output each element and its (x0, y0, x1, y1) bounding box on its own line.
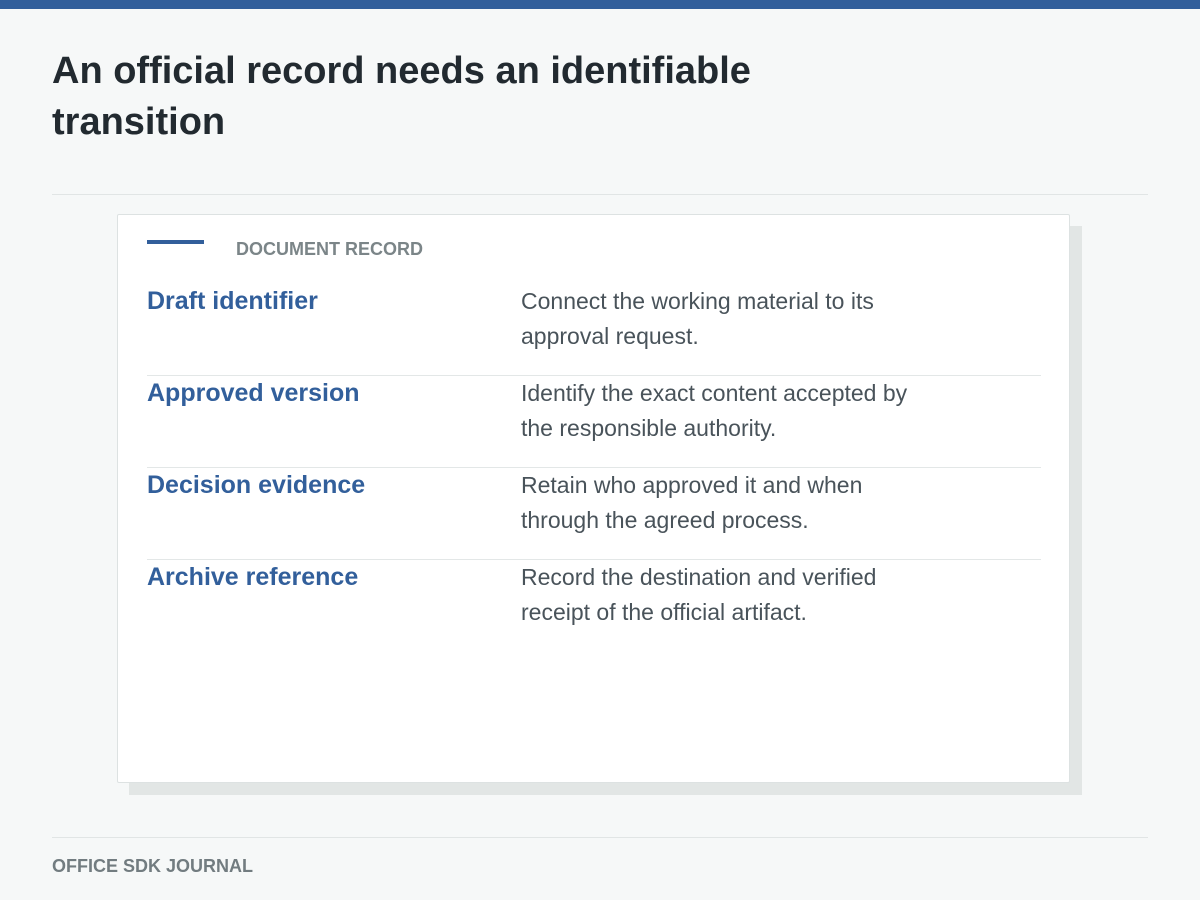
record-row-draft-identifier: Draft identifier Connect the working mat… (147, 284, 1041, 376)
record-description: Retain who approved it and when through … (521, 472, 863, 533)
record-description: Record the destination and verified rece… (521, 564, 877, 625)
record-term: Archive reference (147, 563, 359, 591)
record-list: Draft identifier Connect the working mat… (147, 284, 1041, 651)
footer-label: OFFICE SDK JOURNAL (52, 856, 254, 876)
record-description: Identify the exact content accepted by t… (521, 380, 908, 441)
record-row-decision-evidence: Decision evidence Retain who approved it… (147, 468, 1041, 560)
footer-divider (52, 837, 1148, 838)
record-term: Approved version (147, 379, 360, 407)
record-term: Decision evidence (147, 471, 366, 499)
card-label: DOCUMENT RECORD (236, 239, 423, 259)
record-description: Connect the working material to its appr… (521, 288, 874, 349)
record-row-archive-reference: Archive reference Record the destination… (147, 560, 1041, 651)
top-accent-bar (0, 0, 1200, 9)
card-accent-bar (147, 240, 204, 244)
record-term: Draft identifier (147, 287, 318, 315)
header-divider (52, 194, 1148, 195)
document-record-card: DOCUMENT RECORD Draft identifier Connect… (117, 214, 1070, 783)
page-title: An official record needs an identifiable… (52, 50, 751, 143)
record-row-approved-version: Approved version Identify the exact cont… (147, 376, 1041, 468)
